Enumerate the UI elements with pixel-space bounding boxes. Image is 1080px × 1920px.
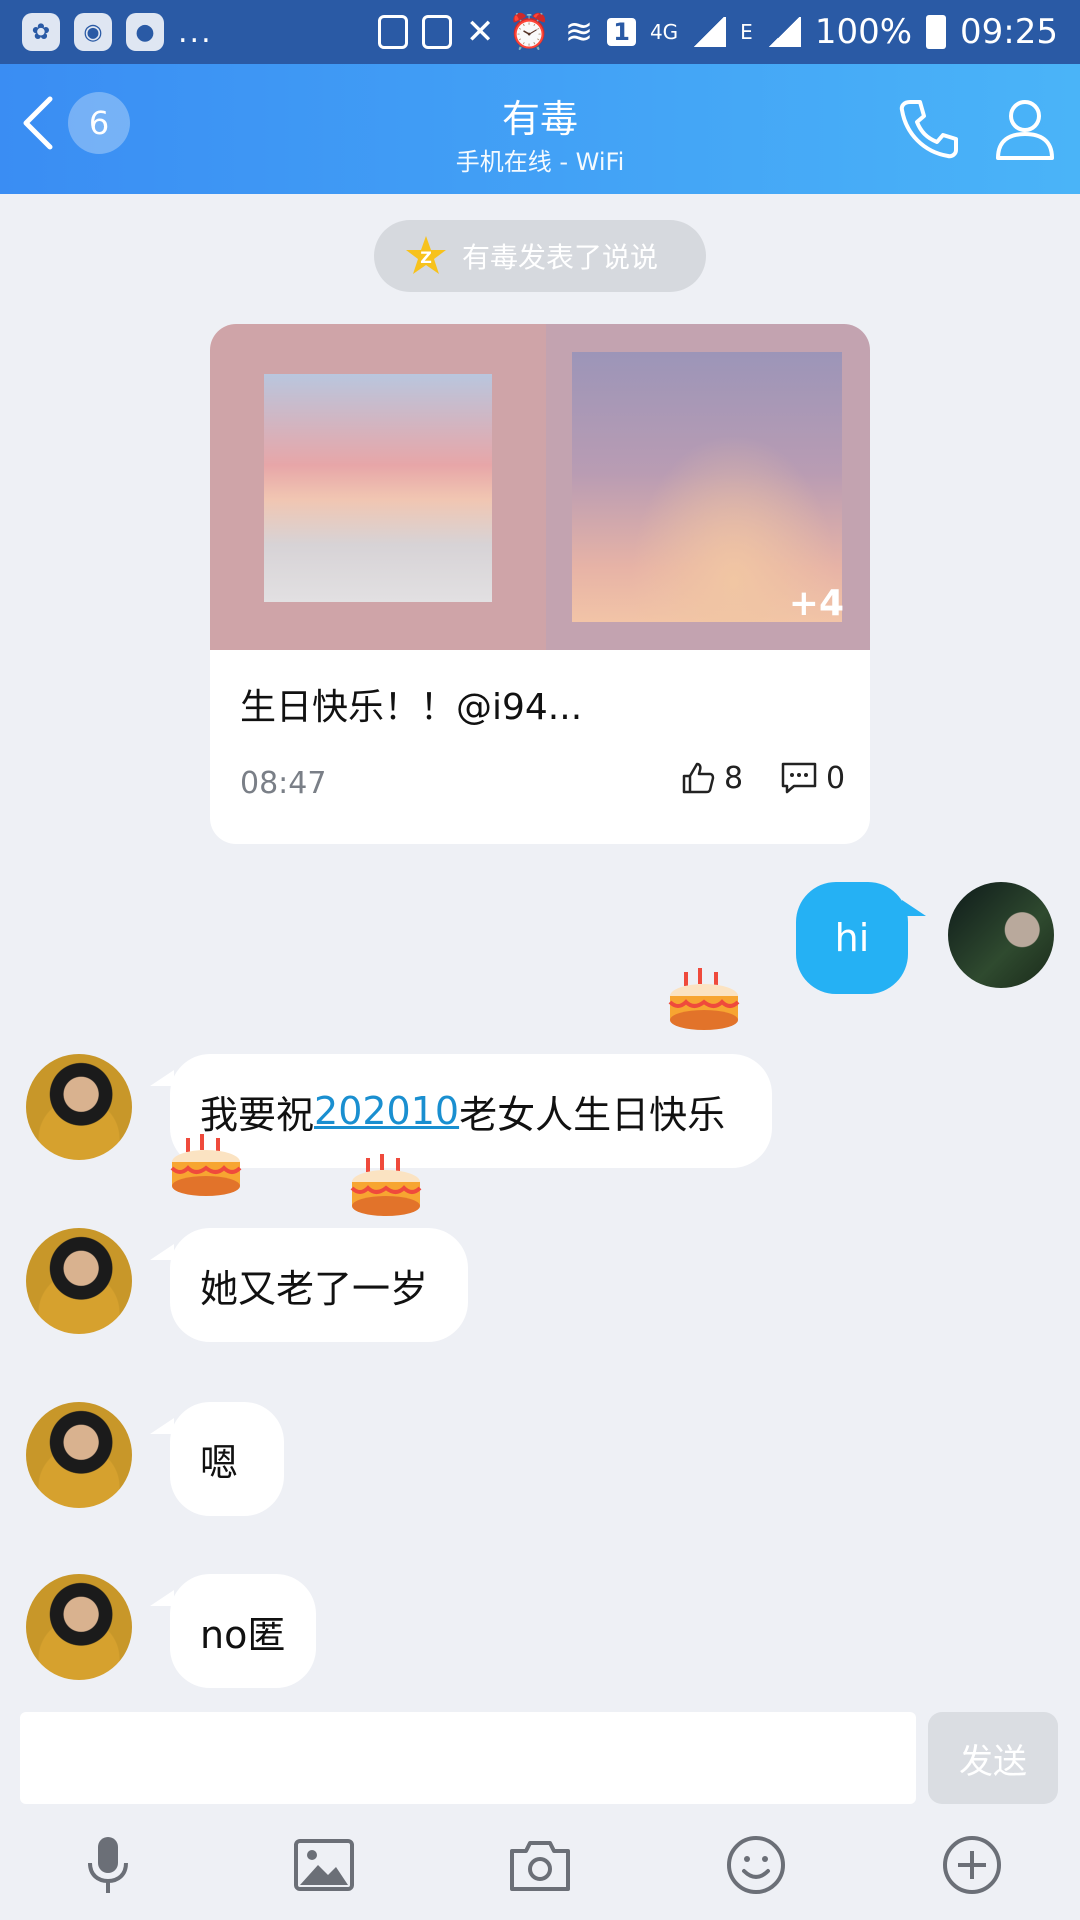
cake-icon	[350, 1154, 422, 1216]
emoji-icon[interactable]	[724, 1833, 788, 1897]
signal-icon	[692, 17, 727, 47]
add-icon[interactable]	[940, 1833, 1004, 1897]
send-button[interactable]: 发送	[928, 1712, 1058, 1804]
my-avatar[interactable]	[948, 882, 1054, 988]
like-count: 8	[724, 760, 744, 796]
like-button[interactable]: 8	[680, 760, 743, 796]
post-image-sky-rainbow[interactable]: +4	[546, 324, 870, 650]
image-icon[interactable]	[292, 1833, 356, 1897]
message-bubble-incoming[interactable]: 她又老了一岁	[170, 1228, 468, 1342]
message-link[interactable]: 202010	[314, 1089, 459, 1133]
chat-header: 6 有毒 手机在线 - WiFi	[0, 64, 1080, 194]
post-time: 08:47	[240, 766, 327, 801]
sim-badge: 1	[607, 18, 636, 46]
qzone-post-notice[interactable]: Z 有毒发表了说说	[374, 220, 706, 292]
contact-avatar[interactable]	[26, 1228, 132, 1334]
cake-icon	[668, 968, 740, 1030]
wifi-icon: ≋	[564, 12, 594, 52]
bubble-tail	[902, 900, 926, 916]
signal-icon-2	[766, 17, 801, 47]
comment-icon	[781, 762, 817, 794]
message-input-row: 发送	[0, 1700, 1080, 1810]
post-image-airplane-wing[interactable]	[210, 324, 546, 650]
message-bubble-outgoing[interactable]: hi	[796, 882, 908, 994]
message-bubble-incoming[interactable]: 我要祝 202010 老女人生日快乐	[170, 1054, 772, 1168]
battery-percent: 100%	[814, 12, 913, 52]
wechat-app-icon: ●	[126, 13, 164, 51]
nfc-icon	[421, 15, 452, 49]
post-text: 生日快乐！！@i94...	[240, 687, 583, 728]
message-text-tail: 老女人生日快乐	[459, 1092, 726, 1137]
message-bubble-incoming[interactable]: 嗯	[170, 1402, 284, 1516]
shared-post-card[interactable]: +4 生日快乐！！@i94... 08:47 8 0	[210, 324, 870, 844]
contact-avatar[interactable]	[26, 1402, 132, 1508]
status-bar: ✿ ◉ ● ... ✕ ⏰ ≋ 1 4G E 100% 09:25	[0, 0, 1080, 64]
network-type-2: E	[740, 20, 753, 44]
microphone-icon[interactable]	[76, 1833, 140, 1897]
message-text: 嗯	[200, 1440, 239, 1485]
message-text: hi	[834, 916, 870, 960]
input-toolbar	[0, 1810, 1080, 1920]
thumbs-up-icon	[682, 762, 715, 794]
message-text: no匿	[200, 1612, 286, 1657]
qzone-star-icon: Z	[406, 236, 446, 274]
baidu-app-icon: ✿	[22, 13, 60, 51]
battery-icon	[926, 15, 947, 49]
cake-icon	[170, 1134, 242, 1196]
alarm-icon: ⏰	[508, 12, 551, 52]
comment-count: 0	[826, 760, 846, 796]
network-type: 4G	[649, 20, 679, 44]
contact-avatar[interactable]	[26, 1574, 132, 1680]
svg-text:Z: Z	[420, 248, 432, 267]
clock: 09:25	[960, 12, 1058, 52]
mute-icon: ✕	[465, 12, 495, 52]
comment-button[interactable]: 0	[780, 760, 845, 796]
battery-saver-icon	[377, 15, 408, 49]
message-text: 她又老了一岁	[200, 1266, 429, 1311]
notice-text: 有毒发表了说说	[462, 241, 659, 274]
camera-icon[interactable]	[508, 1833, 572, 1897]
message-input[interactable]	[20, 1712, 916, 1804]
message-bubble-incoming[interactable]: no匿	[170, 1574, 316, 1688]
contact-avatar[interactable]	[26, 1054, 132, 1160]
profile-icon[interactable]	[990, 94, 1060, 164]
more-notifications-icon: ...	[178, 14, 213, 50]
qq-app-icon: ◉	[74, 13, 112, 51]
phone-call-button[interactable]	[894, 94, 964, 164]
more-images-count: +4	[788, 583, 844, 624]
